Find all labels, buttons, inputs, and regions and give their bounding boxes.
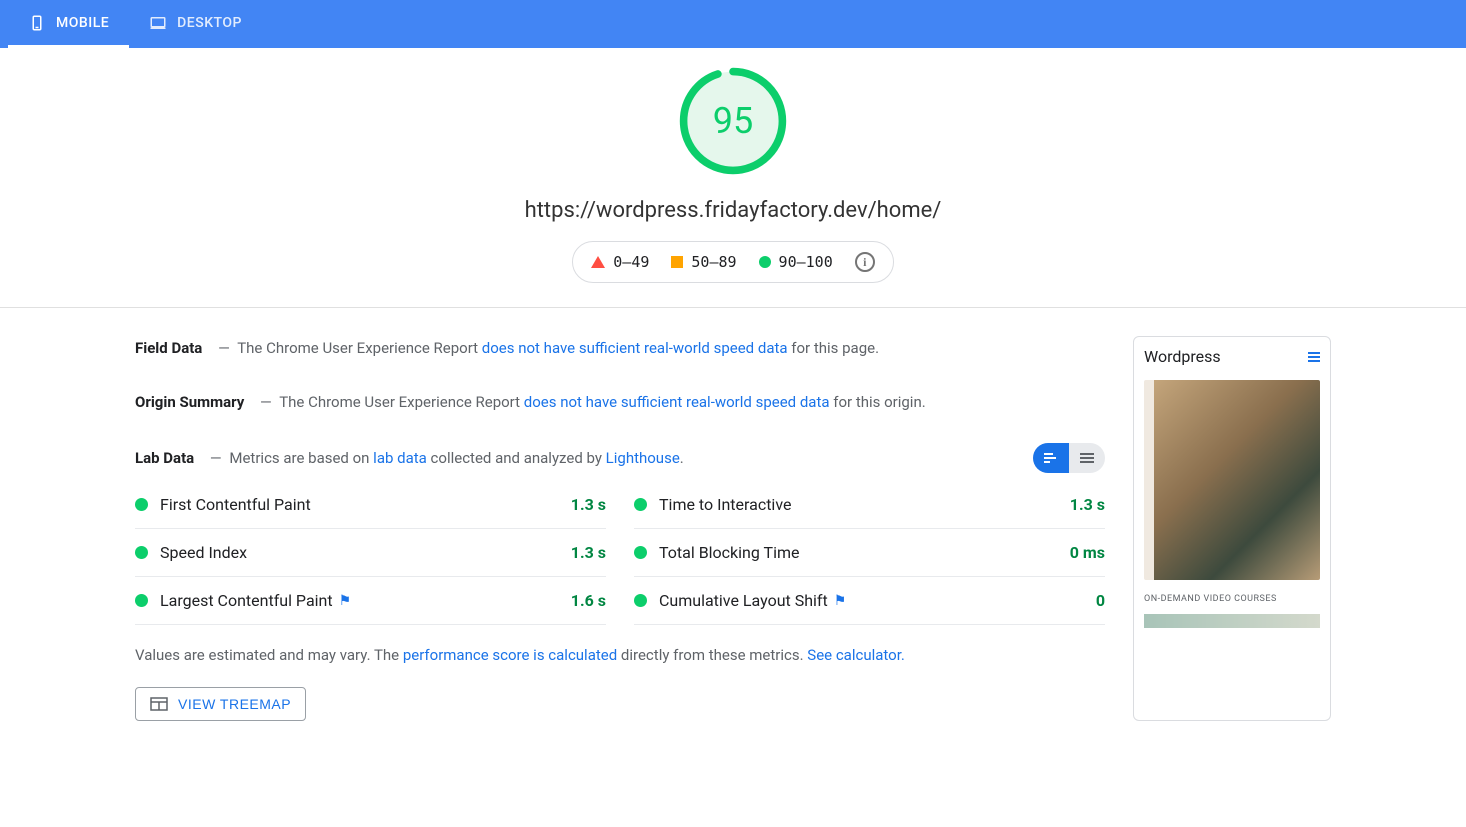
preview-image-2 <box>1144 614 1320 628</box>
metric-cls: Cumulative Layout Shift ⚑ 0 <box>634 577 1105 625</box>
triangle-icon <box>591 256 605 268</box>
metric-fcp-value: 1.3 s <box>571 495 606 514</box>
page-preview: Wordpress ON-DEMAND VIDEO COURSES <box>1133 336 1331 721</box>
menu-icon <box>1308 352 1320 362</box>
score-legend: 0–49 50–89 90–100 i <box>572 241 893 283</box>
metric-tbt-value: 0 ms <box>1070 543 1105 562</box>
lab-data-header: Lab Data — Metrics are based on lab data… <box>135 443 1105 473</box>
legend-high: 90–100 <box>759 253 833 271</box>
legend-mid: 50–89 <box>671 253 736 271</box>
lab-data-title: Lab Data <box>135 449 194 467</box>
metrics-footnote: Values are estimated and may vary. The p… <box>135 643 1105 667</box>
status-dot-icon <box>634 498 647 511</box>
status-dot-icon <box>135 594 148 607</box>
score-gauge: 95 <box>676 64 790 178</box>
see-calculator-link[interactable]: See calculator. <box>807 646 905 664</box>
treemap-icon <box>150 697 168 711</box>
metric-cls-value: 0 <box>1096 591 1105 610</box>
tab-mobile-label: MOBILE <box>56 15 109 31</box>
metric-lcp-value: 1.6 s <box>571 591 606 610</box>
status-dot-icon <box>135 498 148 511</box>
metric-fcp: First Contentful Paint 1.3 s <box>135 481 606 529</box>
divider <box>0 307 1466 308</box>
tab-desktop-label: DESKTOP <box>177 15 242 31</box>
device-tabs: MOBILE DESKTOP <box>0 0 1466 48</box>
status-dot-icon <box>634 594 647 607</box>
metric-si: Speed Index 1.3 s <box>135 529 606 577</box>
metric-tbt: Total Blocking Time 0 ms <box>634 529 1105 577</box>
mobile-icon <box>28 14 46 32</box>
metrics-view-toggle <box>1033 443 1105 473</box>
metrics-grid: First Contentful Paint 1.3 s Time to Int… <box>135 481 1105 625</box>
status-dot-icon <box>634 546 647 559</box>
tab-mobile[interactable]: MOBILE <box>8 0 129 48</box>
preview-header: Wordpress <box>1144 347 1320 366</box>
origin-summary-title: Origin Summary <box>135 393 244 411</box>
origin-summary-section: Origin Summary — The Chrome User Experie… <box>135 390 1105 416</box>
bookmark-icon: ⚑ <box>834 593 847 609</box>
lab-data-link[interactable]: lab data <box>373 449 427 467</box>
view-detailed-button[interactable] <box>1069 443 1105 473</box>
metric-tti: Time to Interactive 1.3 s <box>634 481 1105 529</box>
field-data-title: Field Data <box>135 339 202 357</box>
preview-title: Wordpress <box>1144 347 1221 366</box>
metric-si-value: 1.3 s <box>571 543 606 562</box>
score-value: 95 <box>713 100 753 142</box>
info-icon[interactable]: i <box>855 252 875 272</box>
field-data-section: Field Data — The Chrome User Experience … <box>135 336 1105 362</box>
score-section: 95 https://wordpress.fridayfactory.dev/h… <box>0 48 1466 307</box>
main-column: Field Data — The Chrome User Experience … <box>135 336 1105 721</box>
legend-low: 0–49 <box>591 253 649 271</box>
view-treemap-button[interactable]: VIEW TREEMAP <box>135 687 306 721</box>
circle-icon <box>759 256 771 268</box>
field-data-link[interactable]: does not have sufficient real-world spee… <box>482 339 788 357</box>
view-compact-button[interactable] <box>1033 443 1069 473</box>
preview-caption: ON-DEMAND VIDEO COURSES <box>1144 594 1320 604</box>
metric-tti-value: 1.3 s <box>1070 495 1105 514</box>
tested-url: https://wordpress.fridayfactory.dev/home… <box>0 198 1466 223</box>
content: Field Data — The Chrome User Experience … <box>123 336 1343 721</box>
view-treemap-label: VIEW TREEMAP <box>178 696 291 712</box>
square-icon <box>671 256 683 268</box>
performance-score-link[interactable]: performance score is calculated <box>403 646 617 664</box>
desktop-icon <box>149 14 167 32</box>
origin-summary-link[interactable]: does not have sufficient real-world spee… <box>524 393 830 411</box>
lighthouse-link[interactable]: Lighthouse <box>606 449 680 467</box>
metric-lcp: Largest Contentful Paint ⚑ 1.6 s <box>135 577 606 625</box>
tab-desktop[interactable]: DESKTOP <box>129 0 262 48</box>
status-dot-icon <box>135 546 148 559</box>
preview-image <box>1144 380 1320 580</box>
bookmark-icon: ⚑ <box>339 593 352 609</box>
